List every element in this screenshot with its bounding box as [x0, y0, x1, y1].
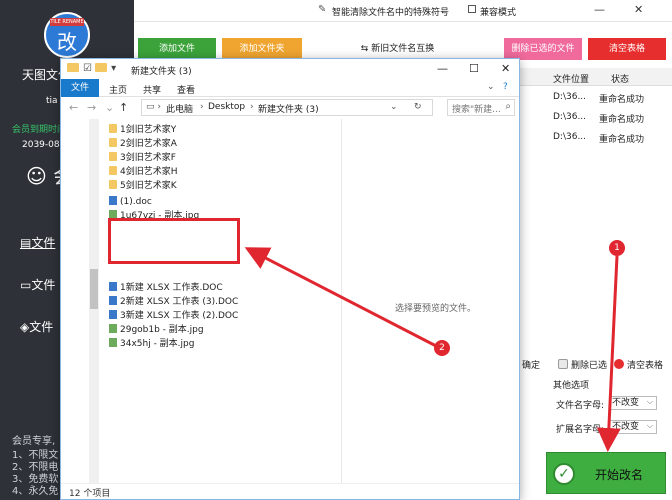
annotation-arrows: [244, 247, 621, 452]
arrow-to-start-button: [596, 255, 621, 452]
annotation-badge-1: 1: [609, 240, 625, 256]
arrow-to-files: [244, 247, 441, 350]
annotation-badge-2: 2: [434, 340, 450, 356]
